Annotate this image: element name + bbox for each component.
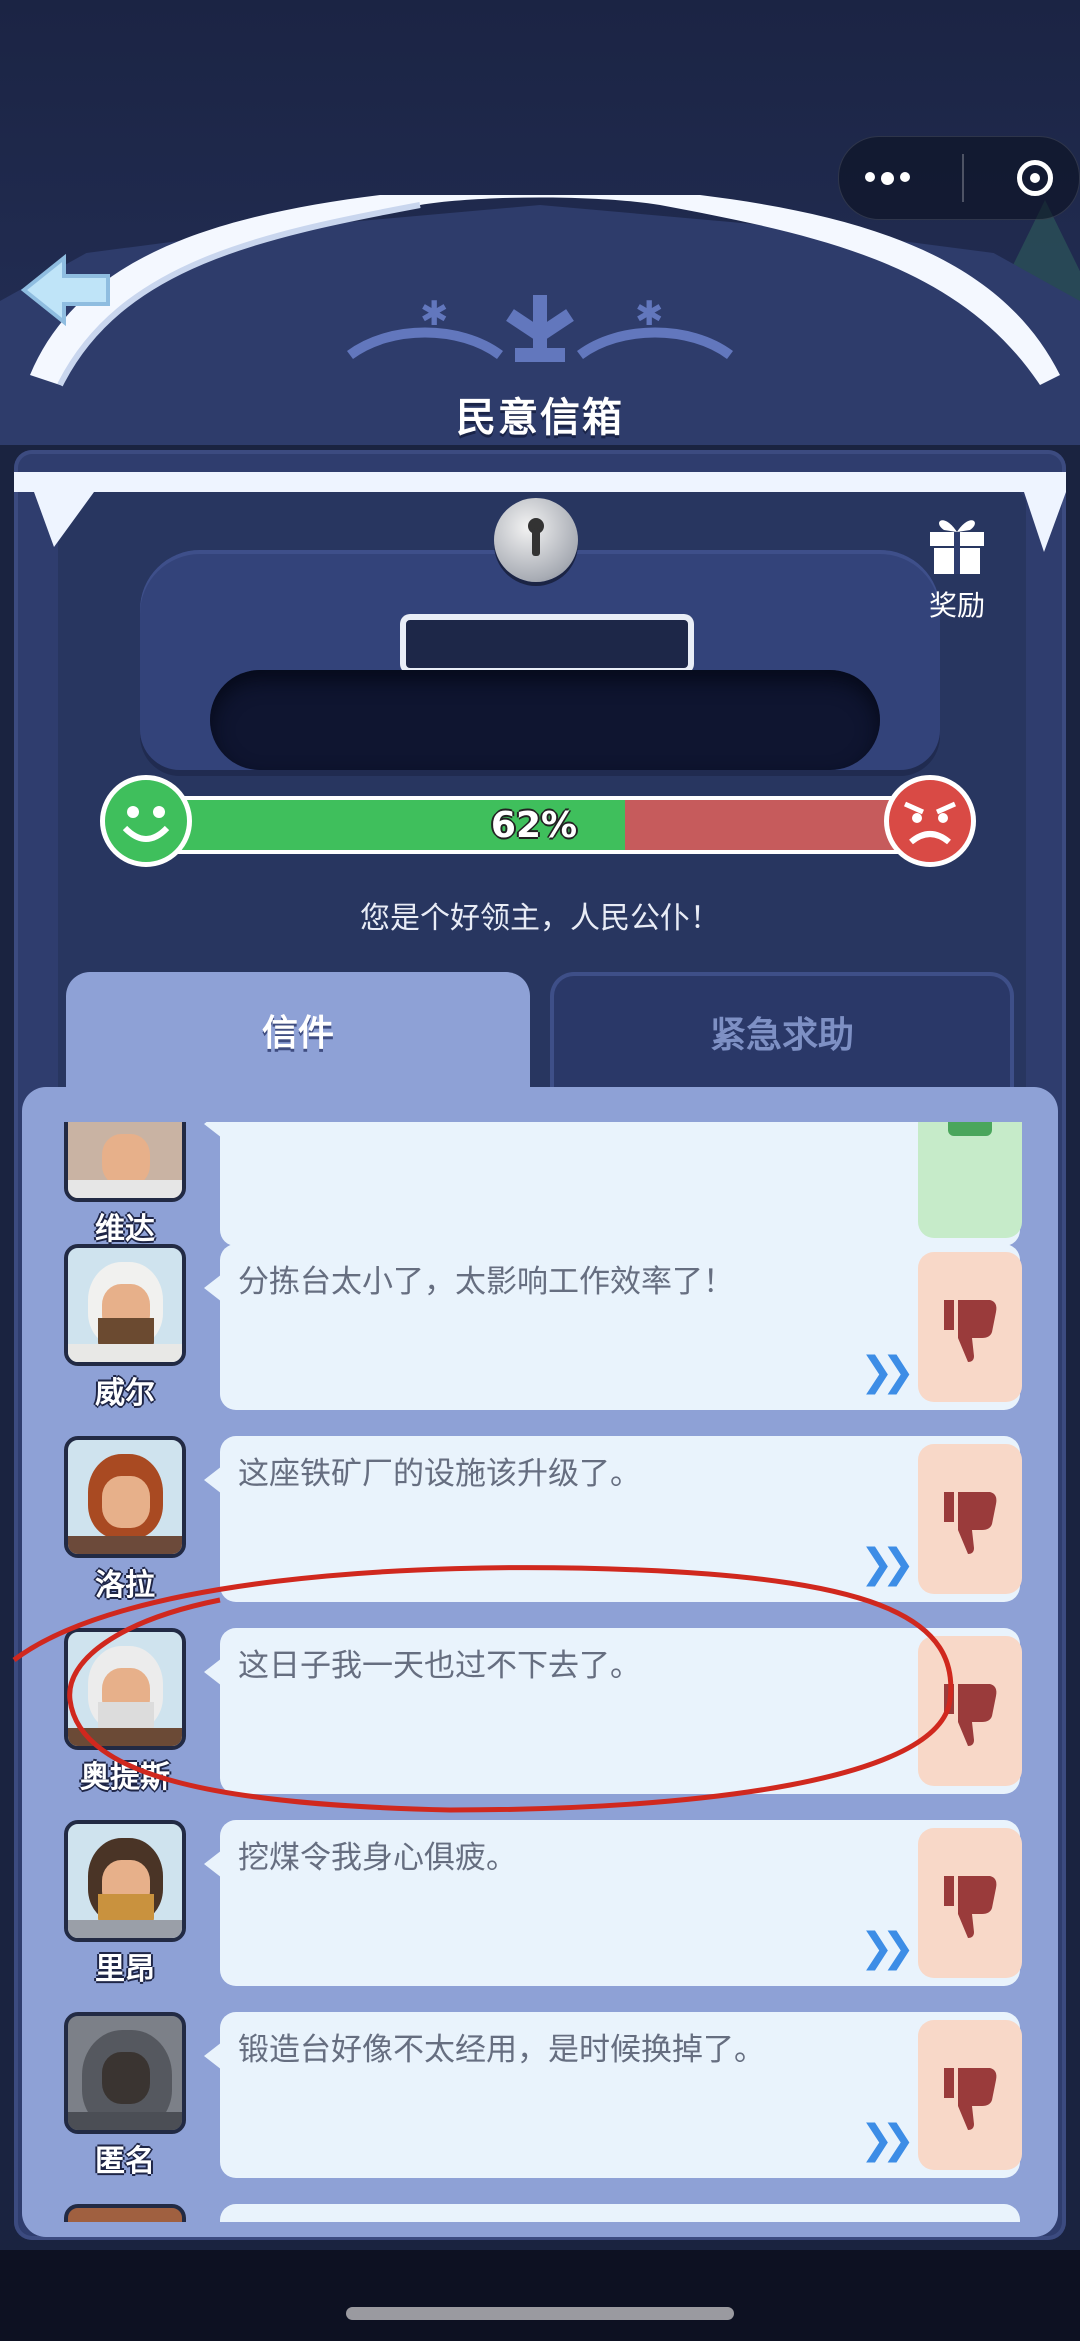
page-title: 民意信箱	[456, 395, 624, 441]
thumbs-up-icon	[948, 1122, 992, 1136]
dislike-button[interactable]	[918, 2020, 1022, 2170]
svg-text:✱: ✱	[635, 294, 664, 334]
letter-bubble[interactable]	[220, 2204, 1020, 2222]
list-item: 维达	[30, 1122, 1030, 1247]
reward-label: 奖励	[928, 589, 985, 622]
tab-letters[interactable]: 信件	[66, 972, 530, 1087]
list-item: 洛拉 这座铁矿厂的设施该升级了。 ❯❯	[30, 1436, 1030, 1603]
capsule-divider	[962, 154, 965, 202]
list-item: 奥提斯 这日子我一天也过不下去了。	[30, 1628, 1030, 1795]
npc-name: 奥提斯	[80, 1760, 170, 1795]
letter-message: 这日子我一天也过不下去了。	[238, 1648, 641, 1684]
dislike-button[interactable]	[918, 1636, 1022, 1786]
close-program-icon[interactable]	[1016, 160, 1053, 196]
letter-bubble[interactable]: 锻造台好像不太经用，是时候换掉了。 ❯❯	[204, 2012, 1022, 2178]
home-indicator[interactable]	[346, 2307, 734, 2320]
letter-list[interactable]: 维达 威尔 分拣台太小了，太影响工作效率了！ ❯❯ 洛拉 这座铁矿厂的设施该升级…	[30, 1122, 1030, 2222]
letter-message: 分拣台太小了，太影响工作效率了！	[238, 1264, 734, 1300]
list-item: 匿名 锻造台好像不太经用，是时候换掉了。 ❯❯	[30, 2012, 1030, 2179]
back-arrow-icon[interactable]	[16, 250, 116, 330]
thumbs-down-icon	[944, 2068, 997, 2130]
svg-text:✱: ✱	[420, 294, 449, 334]
npc-name: 匿名	[95, 2144, 155, 2179]
letter-message: 这座铁矿厂的设施该升级了。	[238, 1456, 641, 1492]
avatar	[64, 1122, 186, 1202]
letter-bubble[interactable]: 这日子我一天也过不下去了。	[204, 1628, 1022, 1794]
letter-bubble[interactable]: 分拣台太小了，太影响工作效率了！ ❯❯	[204, 1244, 1022, 1410]
reward-button[interactable]: 奖励	[918, 510, 996, 630]
thumbs-down-icon	[944, 1300, 997, 1362]
angry-face-icon	[884, 775, 976, 867]
letter-bubble[interactable]	[204, 1122, 1022, 1246]
letter-message: 锻造台好像不太经用，是时候换掉了。	[238, 2032, 765, 2068]
avatar	[64, 2204, 186, 2222]
more-arrows-icon[interactable]: ❯❯	[860, 2117, 922, 2163]
satisfaction-bar: 62%	[150, 796, 918, 854]
avatar	[64, 1628, 186, 1750]
npc-name: 洛拉	[95, 1568, 155, 1603]
avatar	[64, 1820, 186, 1942]
thumbs-down-icon	[944, 1876, 997, 1938]
letter-bubble[interactable]: 这座铁矿厂的设施该升级了。 ❯❯	[204, 1436, 1022, 1602]
snowflake-ornament: ✱ ✱	[347, 294, 733, 362]
mail-slot	[210, 670, 880, 770]
more-arrows-icon[interactable]: ❯❯	[860, 1541, 922, 1587]
npc-name: 维达	[95, 1212, 155, 1247]
gift-icon	[930, 520, 984, 574]
system-bottom-bar	[0, 2250, 1080, 2341]
happy-face-icon	[100, 775, 192, 867]
satisfaction-status: 您是个好领主，人民公仆！	[360, 901, 720, 936]
more-arrows-icon[interactable]: ❯❯	[860, 1349, 922, 1395]
dislike-button[interactable]	[918, 1444, 1022, 1594]
dislike-button[interactable]	[918, 1252, 1022, 1402]
list-item	[30, 2204, 1030, 2222]
lock-icon	[494, 498, 578, 582]
list-item: 里昂 挖煤令我身心俱疲。 ❯❯	[30, 1820, 1030, 1987]
more-options-icon[interactable]	[865, 171, 911, 185]
npc-name: 威尔	[95, 1376, 155, 1411]
list-item: 威尔 分拣台太小了，太影响工作效率了！ ❯❯	[30, 1244, 1030, 1411]
avatar	[64, 1244, 186, 1366]
tab-emergency-help[interactable]: 紧急求助	[550, 972, 1014, 1087]
avatar	[64, 2012, 186, 2134]
letter-message: 挖煤令我身心俱疲。	[238, 1840, 517, 1876]
thumbs-down-icon	[944, 1684, 997, 1746]
mail-slot-label-plate	[400, 614, 694, 674]
mini-program-capsule	[838, 136, 1080, 220]
letter-bubble[interactable]: 挖煤令我身心俱疲。 ❯❯	[204, 1820, 1022, 1986]
more-arrows-icon[interactable]: ❯❯	[860, 1925, 922, 1971]
avatar	[64, 1436, 186, 1558]
like-button[interactable]	[918, 1122, 1022, 1238]
thumbs-down-icon	[944, 1492, 997, 1554]
npc-name: 里昂	[95, 1952, 155, 1987]
satisfaction-percent: 62%	[490, 804, 578, 846]
dislike-button[interactable]	[918, 1828, 1022, 1978]
